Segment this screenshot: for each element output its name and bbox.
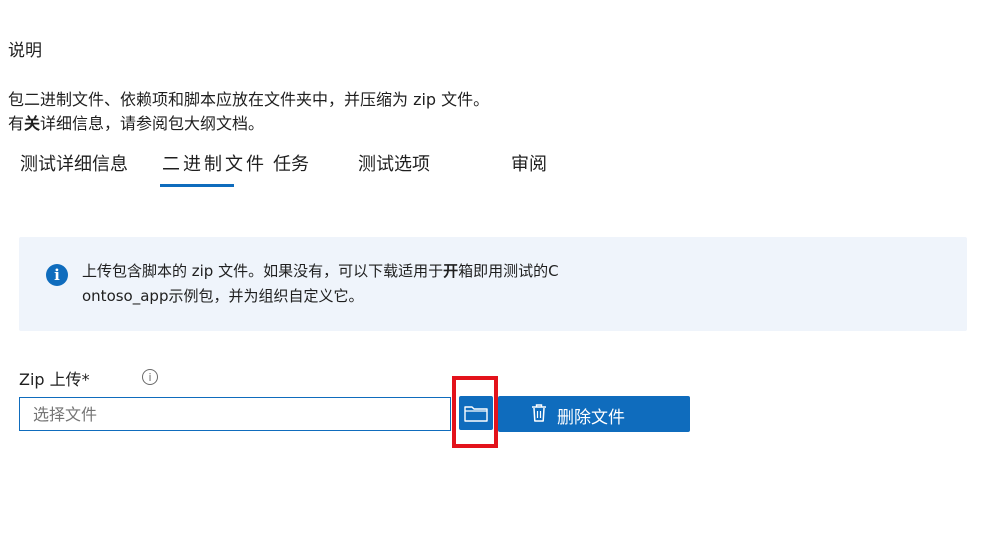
info-text: 上传包含脚本的 zip 文件。如果没有，可以下载适用于开箱即用测试的C onto… <box>82 259 682 309</box>
trash-icon <box>532 404 546 422</box>
description: 包二进制文件、依赖项和脚本应放在文件夹中，并压缩为 zip 文件。 有关详细信息… <box>8 88 489 136</box>
browse-button[interactable] <box>459 396 493 430</box>
info-banner: i 上传包含脚本的 zip 文件。如果没有，可以下载适用于开箱即用测试的C on… <box>19 237 967 331</box>
file-select-input[interactable] <box>19 397 451 431</box>
tab-test-options[interactable]: 测试选项 <box>358 150 430 176</box>
folder-icon <box>464 406 488 422</box>
description-line-1: 包二进制文件、依赖项和脚本应放在文件夹中，并压缩为 zip 文件。 <box>8 90 490 109</box>
info-line-1-prefix: 上传包含脚本的 zip 文件。如果没有，可以下载适用于 <box>82 262 444 280</box>
description-bold: 关 <box>24 114 41 133</box>
package-upload-page: 说明 包二进制文件、依赖项和脚本应放在文件夹中，并压缩为 zip 文件。 有关详… <box>0 0 991 545</box>
wizard-tabs: 测试详细信息 二进制文件 任务 测试选项 审阅 <box>0 150 700 192</box>
info-outline-icon[interactable]: i <box>142 369 158 385</box>
description-suffix: 详细信息，请参阅包大纲文档。 <box>40 114 265 133</box>
info-line-1-suffix: 箱即用测试的C <box>458 262 559 280</box>
active-tab-indicator <box>160 184 234 187</box>
info-line-2: ontoso_app示例包，并为组织自定义它。 <box>82 287 364 305</box>
tab-binaries[interactable]: 二进制文件 <box>162 150 267 176</box>
description-line-2: 有关详细信息，请参阅包大纲文档。 <box>8 112 489 136</box>
info-line-1: 上传包含脚本的 zip 文件。如果没有，可以下载适用于开箱即用测试的C <box>82 259 682 284</box>
delete-file-button[interactable]: 删除文件 <box>498 396 690 432</box>
tab-review[interactable]: 审阅 <box>511 150 547 176</box>
info-line-1-bold: 开 <box>443 262 459 280</box>
tab-tasks[interactable]: 任务 <box>273 150 309 176</box>
zip-upload-label: Zip 上传* <box>19 370 90 389</box>
info-icon: i <box>46 264 68 286</box>
description-prefix: 有 <box>8 114 25 133</box>
section-title: 说明 <box>8 41 42 61</box>
tab-test-details[interactable]: 测试详细信息 <box>20 150 128 176</box>
delete-file-label: 删除文件 <box>557 408 625 428</box>
